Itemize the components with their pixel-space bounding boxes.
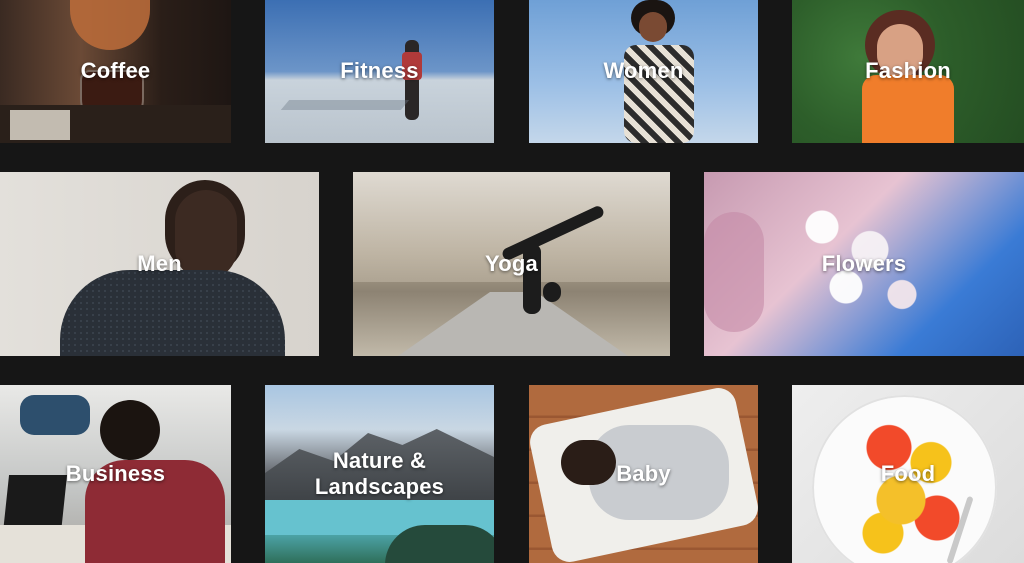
category-label: Yoga xyxy=(485,250,538,276)
category-label: Business xyxy=(65,460,166,486)
category-label: Coffee xyxy=(80,58,151,84)
category-tile-food[interactable]: Food xyxy=(792,385,1024,563)
category-tile-nature[interactable]: Nature & Landscapes xyxy=(265,385,494,563)
category-tile-men[interactable]: Men xyxy=(0,172,319,356)
category-tile-fitness[interactable]: Fitness xyxy=(265,0,494,143)
category-tile-baby[interactable]: Baby xyxy=(529,385,758,563)
category-label: Nature & Landscapes xyxy=(314,447,445,499)
category-tile-women[interactable]: Women xyxy=(529,0,758,143)
category-label: Food xyxy=(880,460,936,486)
category-label: Flowers xyxy=(821,250,907,276)
category-tile-fashion[interactable]: Fashion xyxy=(792,0,1024,143)
category-label: Fitness xyxy=(340,58,419,84)
category-tile-coffee[interactable]: Coffee xyxy=(0,0,231,143)
category-label: Men xyxy=(137,250,182,276)
category-tile-yoga[interactable]: Yoga xyxy=(353,172,670,356)
category-tile-business[interactable]: Business xyxy=(0,385,231,563)
category-tile-flowers[interactable]: Flowers xyxy=(704,172,1024,356)
category-label: Fashion xyxy=(865,58,951,84)
category-label: Women xyxy=(603,58,684,84)
category-label: Baby xyxy=(616,460,671,486)
